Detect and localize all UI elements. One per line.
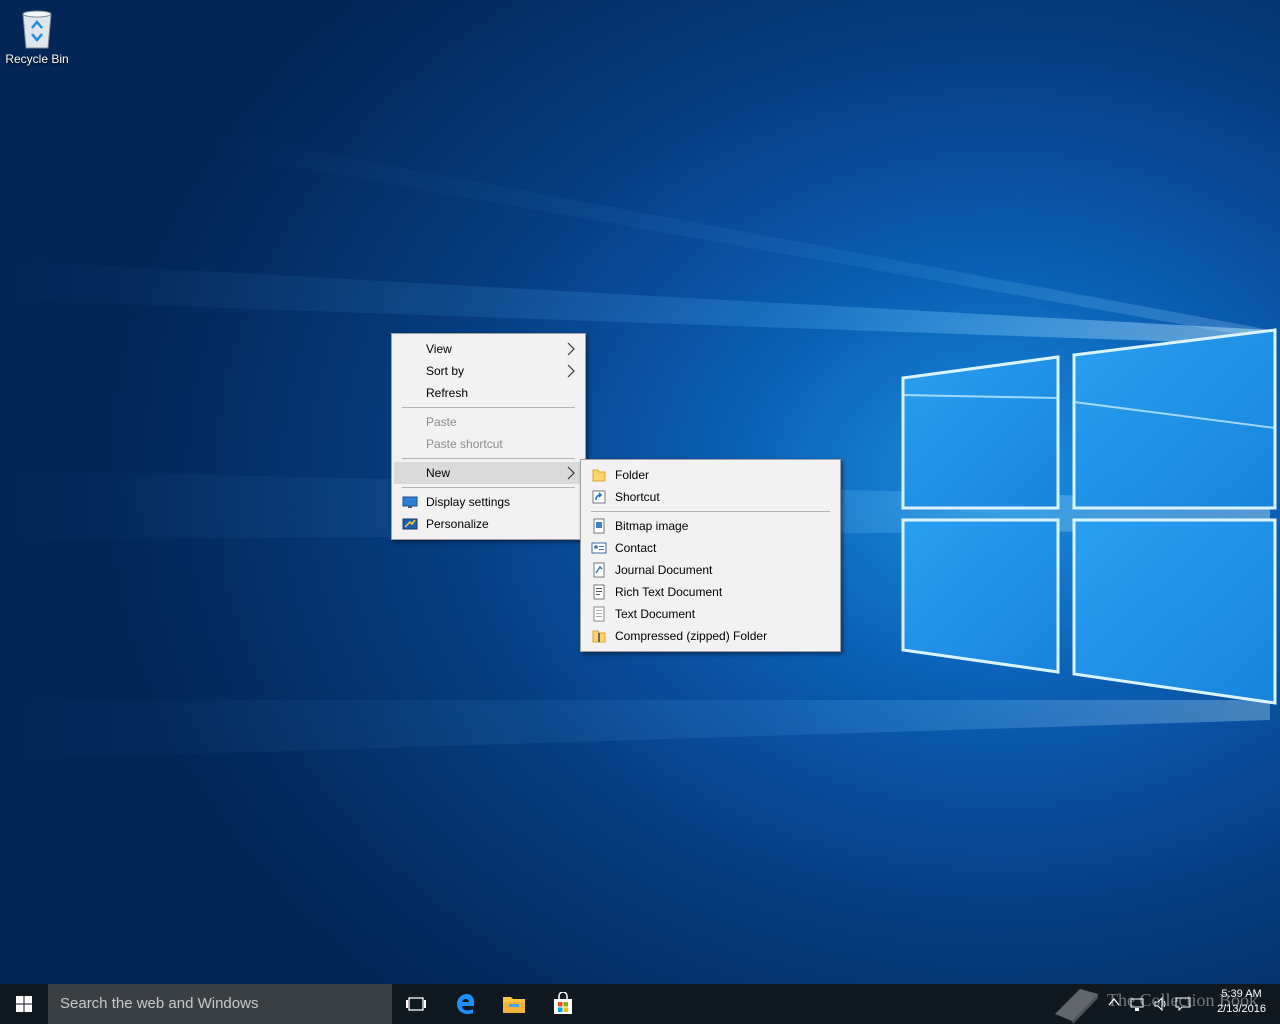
network-icon[interactable] <box>1130 996 1146 1012</box>
volume-icon[interactable] <box>1153 996 1169 1012</box>
clock[interactable]: 5:39 AM 2/13/2016 <box>1217 987 1266 1017</box>
taskbar: Search the web and Windows The Collectio… <box>0 984 1280 1024</box>
menu-item-display-settings[interactable]: Display settings <box>394 491 583 513</box>
task-view-icon <box>406 997 426 1011</box>
menu-item-display-settings-label: Display settings <box>426 495 511 509</box>
submenu-item-contact-label: Contact <box>615 541 657 555</box>
menu-item-refresh-label: Refresh <box>426 386 469 400</box>
menu-item-paste-shortcut: Paste shortcut <box>394 433 583 455</box>
start-button[interactable] <box>0 984 48 1024</box>
menu-item-new-label: New <box>426 466 451 480</box>
store-button[interactable] <box>539 984 587 1024</box>
edge-button[interactable] <box>442 984 490 1024</box>
menu-item-view-label: View <box>426 342 452 356</box>
folder-icon <box>592 469 606 482</box>
submenu-item-text-document[interactable]: Text Document <box>583 603 838 625</box>
menu-item-paste-label: Paste <box>426 415 457 429</box>
clock-date: 2/13/2016 <box>1217 1003 1266 1015</box>
desktop-context-menu: View Sort by Refresh Paste Paste shortcu… <box>391 333 586 540</box>
menu-item-paste: Paste <box>394 411 583 433</box>
zip-folder-icon <box>592 630 606 643</box>
windows-logo-icon <box>16 996 32 1012</box>
recycle-bin-shortcut[interactable]: Recycle Bin <box>4 6 70 66</box>
chevron-right-icon <box>567 342 575 356</box>
edge-icon <box>457 994 475 1014</box>
submenu-item-bitmap-image-label: Bitmap image <box>615 519 689 533</box>
text-document-icon <box>593 606 605 622</box>
menu-item-paste-shortcut-label: Paste shortcut <box>426 437 503 451</box>
submenu-item-rich-text-document[interactable]: Rich Text Document <box>583 581 838 603</box>
menu-separator <box>402 407 575 408</box>
desktop[interactable]: Recycle Bin View Sort by Refresh Paste P… <box>0 0 1280 984</box>
menu-item-new[interactable]: New <box>394 462 583 484</box>
submenu-item-shortcut[interactable]: Shortcut <box>583 486 838 508</box>
book-watermark-icon <box>1055 989 1098 1024</box>
recycle-bin-label: Recycle Bin <box>5 52 69 66</box>
menu-item-personalize-label: Personalize <box>426 517 489 531</box>
search-placeholder: Search the web and Windows <box>60 995 259 1012</box>
menu-item-personalize[interactable]: Personalize <box>394 513 583 535</box>
bitmap-image-icon <box>593 518 605 534</box>
chevron-up-icon[interactable] <box>1108 996 1120 1008</box>
search-input[interactable]: Search the web and Windows <box>48 984 392 1024</box>
submenu-item-compressed-folder-label: Compressed (zipped) Folder <box>615 629 768 643</box>
submenu-item-bitmap-image[interactable]: Bitmap image <box>583 515 838 537</box>
contact-card-icon <box>591 542 607 554</box>
journal-document-icon <box>593 562 605 578</box>
submenu-item-rich-text-document-label: Rich Text Document <box>615 585 723 599</box>
personalize-icon <box>402 518 418 530</box>
chevron-right-icon <box>567 364 575 378</box>
submenu-item-journal-document-label: Journal Document <box>615 563 713 577</box>
menu-separator <box>402 458 575 459</box>
submenu-item-journal-document[interactable]: Journal Document <box>583 559 838 581</box>
menu-separator <box>591 511 830 512</box>
menu-item-view[interactable]: View <box>394 338 583 360</box>
submenu-item-folder-label: Folder <box>615 468 650 482</box>
shortcut-icon <box>592 490 606 504</box>
file-explorer-button[interactable] <box>490 984 538 1024</box>
menu-item-sort-by[interactable]: Sort by <box>394 360 583 382</box>
menu-separator <box>402 487 575 488</box>
rich-text-document-icon <box>593 584 605 600</box>
clock-time: 5:39 AM <box>1221 988 1262 1000</box>
system-tray: The Collection Book 5:39 AM 2/13/2016 <box>1020 984 1280 1024</box>
store-icon <box>554 992 572 1014</box>
submenu-item-folder[interactable]: Folder <box>583 464 838 486</box>
file-explorer-icon <box>503 997 525 1013</box>
task-view-button[interactable] <box>392 984 440 1024</box>
submenu-item-shortcut-label: Shortcut <box>615 490 660 504</box>
chevron-right-icon <box>567 466 575 480</box>
menu-item-sort-by-label: Sort by <box>426 364 465 378</box>
menu-item-refresh[interactable]: Refresh <box>394 382 583 404</box>
action-center-icon[interactable] <box>1175 996 1191 1012</box>
submenu-item-contact[interactable]: Contact <box>583 537 838 559</box>
recycle-bin-icon <box>22 10 52 49</box>
new-submenu: Folder Shortcut Bitmap image Contact Jou… <box>580 459 841 652</box>
submenu-item-compressed-folder[interactable]: Compressed (zipped) Folder <box>583 625 838 647</box>
display-settings-icon <box>402 496 418 508</box>
submenu-item-text-document-label: Text Document <box>615 607 696 621</box>
